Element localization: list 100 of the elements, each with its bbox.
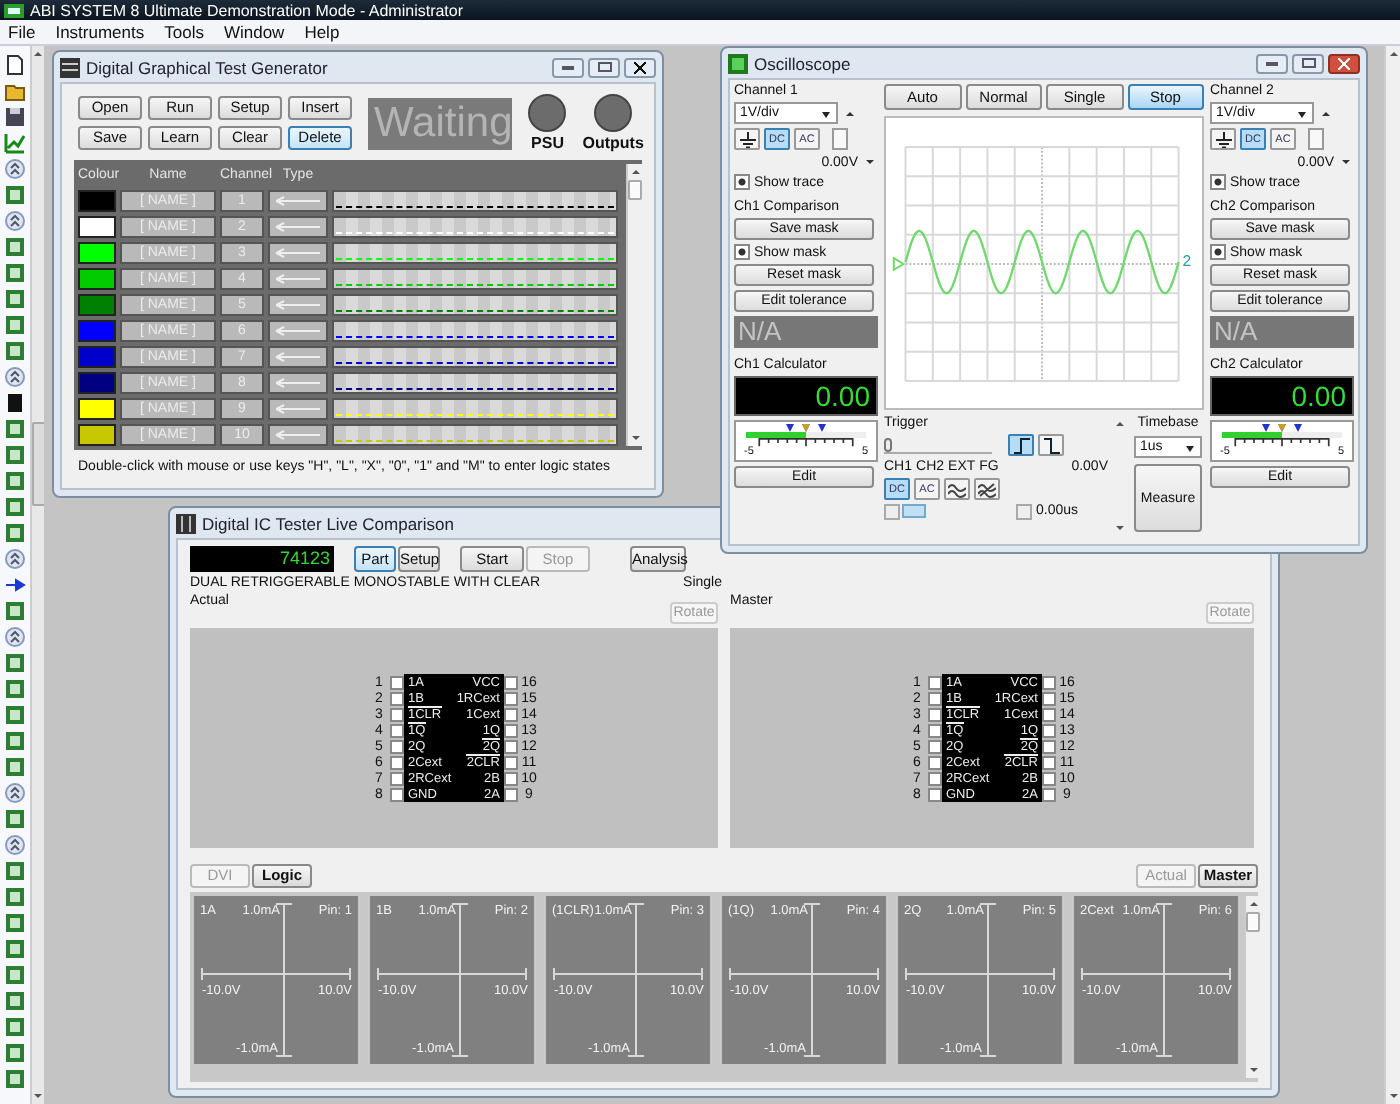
rising-edge-icon[interactable] [1008, 434, 1034, 456]
collapse-icon[interactable] [4, 782, 26, 804]
chip-icon[interactable] [4, 860, 26, 882]
grid-scrollbar[interactable] [626, 164, 642, 446]
menu-item[interactable]: Tools [164, 22, 204, 42]
wave-filter-icon[interactable] [944, 478, 970, 500]
chip-icon[interactable] [4, 496, 26, 518]
window-icon [728, 53, 748, 73]
plot-scrollbar[interactable] [1244, 896, 1260, 1078]
chip-icon[interactable] [4, 938, 26, 960]
collapse-icon[interactable] [4, 158, 26, 180]
trigger-slider[interactable] [884, 437, 992, 453]
time-scrollbar[interactable] [884, 504, 1032, 518]
menu-item[interactable]: Instruments [55, 22, 145, 42]
marker-icon [1262, 424, 1302, 432]
chart-icon[interactable] [4, 132, 26, 154]
left-arrow-icon [276, 378, 320, 388]
ground-button[interactable] [734, 128, 760, 150]
colour-swatch[interactable] [78, 346, 116, 368]
scroll-thumb[interactable] [832, 128, 848, 150]
colour-swatch[interactable] [78, 398, 116, 420]
signal-lane[interactable] [332, 398, 618, 420]
checkbox[interactable] [1210, 244, 1226, 260]
checkbox[interactable] [734, 244, 750, 260]
chip-icon[interactable] [4, 652, 26, 674]
maximize-button[interactable] [588, 57, 620, 77]
chip-icon[interactable] [4, 314, 26, 336]
chip-icon[interactable] [4, 600, 26, 622]
minimize-button[interactable] [1256, 53, 1288, 73]
chip-icon[interactable] [4, 340, 26, 362]
desktop-scrollbar[interactable] [1384, 46, 1400, 1104]
colour-swatch[interactable] [78, 424, 116, 446]
chip-icon[interactable] [4, 756, 26, 778]
colour-swatch[interactable] [78, 294, 116, 316]
collapse-icon[interactable] [4, 366, 26, 388]
chip-icon[interactable] [4, 262, 26, 284]
maximize-button[interactable] [1292, 53, 1324, 73]
left-arrow-icon [276, 196, 320, 206]
collapse-icon[interactable] [4, 548, 26, 570]
chip-icon[interactable] [4, 808, 26, 830]
chip-icon[interactable] [4, 418, 26, 440]
chip-icon[interactable] [4, 990, 26, 1012]
colour-swatch[interactable] [78, 216, 116, 238]
close-button[interactable] [1328, 53, 1360, 73]
checkbox[interactable] [1210, 174, 1226, 190]
window-title: Digital IC Tester Live Comparison [202, 513, 454, 533]
falling-edge-icon[interactable] [1038, 434, 1064, 456]
trace-label: 2 [1182, 250, 1192, 269]
chip-icon[interactable] [4, 1016, 26, 1038]
chip-icon[interactable] [4, 522, 26, 544]
square-icon[interactable] [4, 392, 26, 414]
menu-item[interactable]: File [8, 22, 36, 42]
signal-lane[interactable] [332, 372, 618, 394]
probe-icon[interactable] [4, 574, 26, 596]
signal-lane[interactable] [332, 320, 618, 342]
folder-icon[interactable] [4, 80, 26, 102]
scroll-thumb[interactable] [1308, 128, 1324, 150]
menu-item[interactable]: Help [304, 22, 340, 42]
ground-button[interactable] [1210, 128, 1236, 150]
checkbox[interactable] [734, 174, 750, 190]
chip-icon[interactable] [4, 704, 26, 726]
part-number-display[interactable]: 74123 [190, 546, 334, 572]
toolbar-scrollbar[interactable] [30, 46, 44, 1104]
collapse-icon[interactable] [4, 626, 26, 648]
chip-icon[interactable] [4, 184, 26, 206]
chip-icon[interactable] [4, 964, 26, 986]
close-button[interactable] [624, 57, 656, 77]
colour-swatch[interactable] [78, 268, 116, 290]
wave-filter-icon[interactable] [974, 478, 1000, 500]
menu-item[interactable]: Window [223, 22, 285, 42]
colour-swatch[interactable] [78, 320, 116, 342]
chip-icon[interactable] [4, 886, 26, 908]
colour-swatch[interactable] [78, 190, 116, 212]
chip-icon[interactable] [4, 912, 26, 934]
colour-swatch[interactable] [78, 242, 116, 264]
slider-thumb[interactable] [884, 437, 892, 451]
signal-lane[interactable] [332, 216, 618, 238]
collapse-icon[interactable] [4, 210, 26, 232]
chip-icon[interactable] [4, 1042, 26, 1064]
window-title: Digital Graphical Test Generator [86, 57, 328, 77]
colour-swatch[interactable] [78, 372, 116, 394]
chip-icon[interactable] [4, 236, 26, 258]
reading-display: 0.00 [1210, 376, 1354, 416]
result-display: N/A [734, 316, 878, 348]
chip-icon[interactable] [4, 730, 26, 752]
chip-icon[interactable] [4, 1068, 26, 1090]
indicator-label: PSU [531, 134, 564, 152]
chip-icon[interactable] [4, 678, 26, 700]
collapse-icon[interactable] [4, 834, 26, 856]
chip-icon[interactable] [4, 288, 26, 310]
app-logo-icon [4, 3, 24, 17]
signal-lane[interactable] [332, 346, 618, 368]
window-title: Oscilloscope [754, 53, 851, 73]
chip-icon[interactable] [4, 470, 26, 492]
document-icon[interactable] [4, 54, 26, 76]
left-arrow-icon [276, 222, 320, 232]
left-arrow-icon [276, 248, 320, 258]
chip-icon[interactable] [4, 444, 26, 466]
minimize-button[interactable] [552, 57, 584, 77]
signal-lane[interactable] [332, 190, 618, 212]
